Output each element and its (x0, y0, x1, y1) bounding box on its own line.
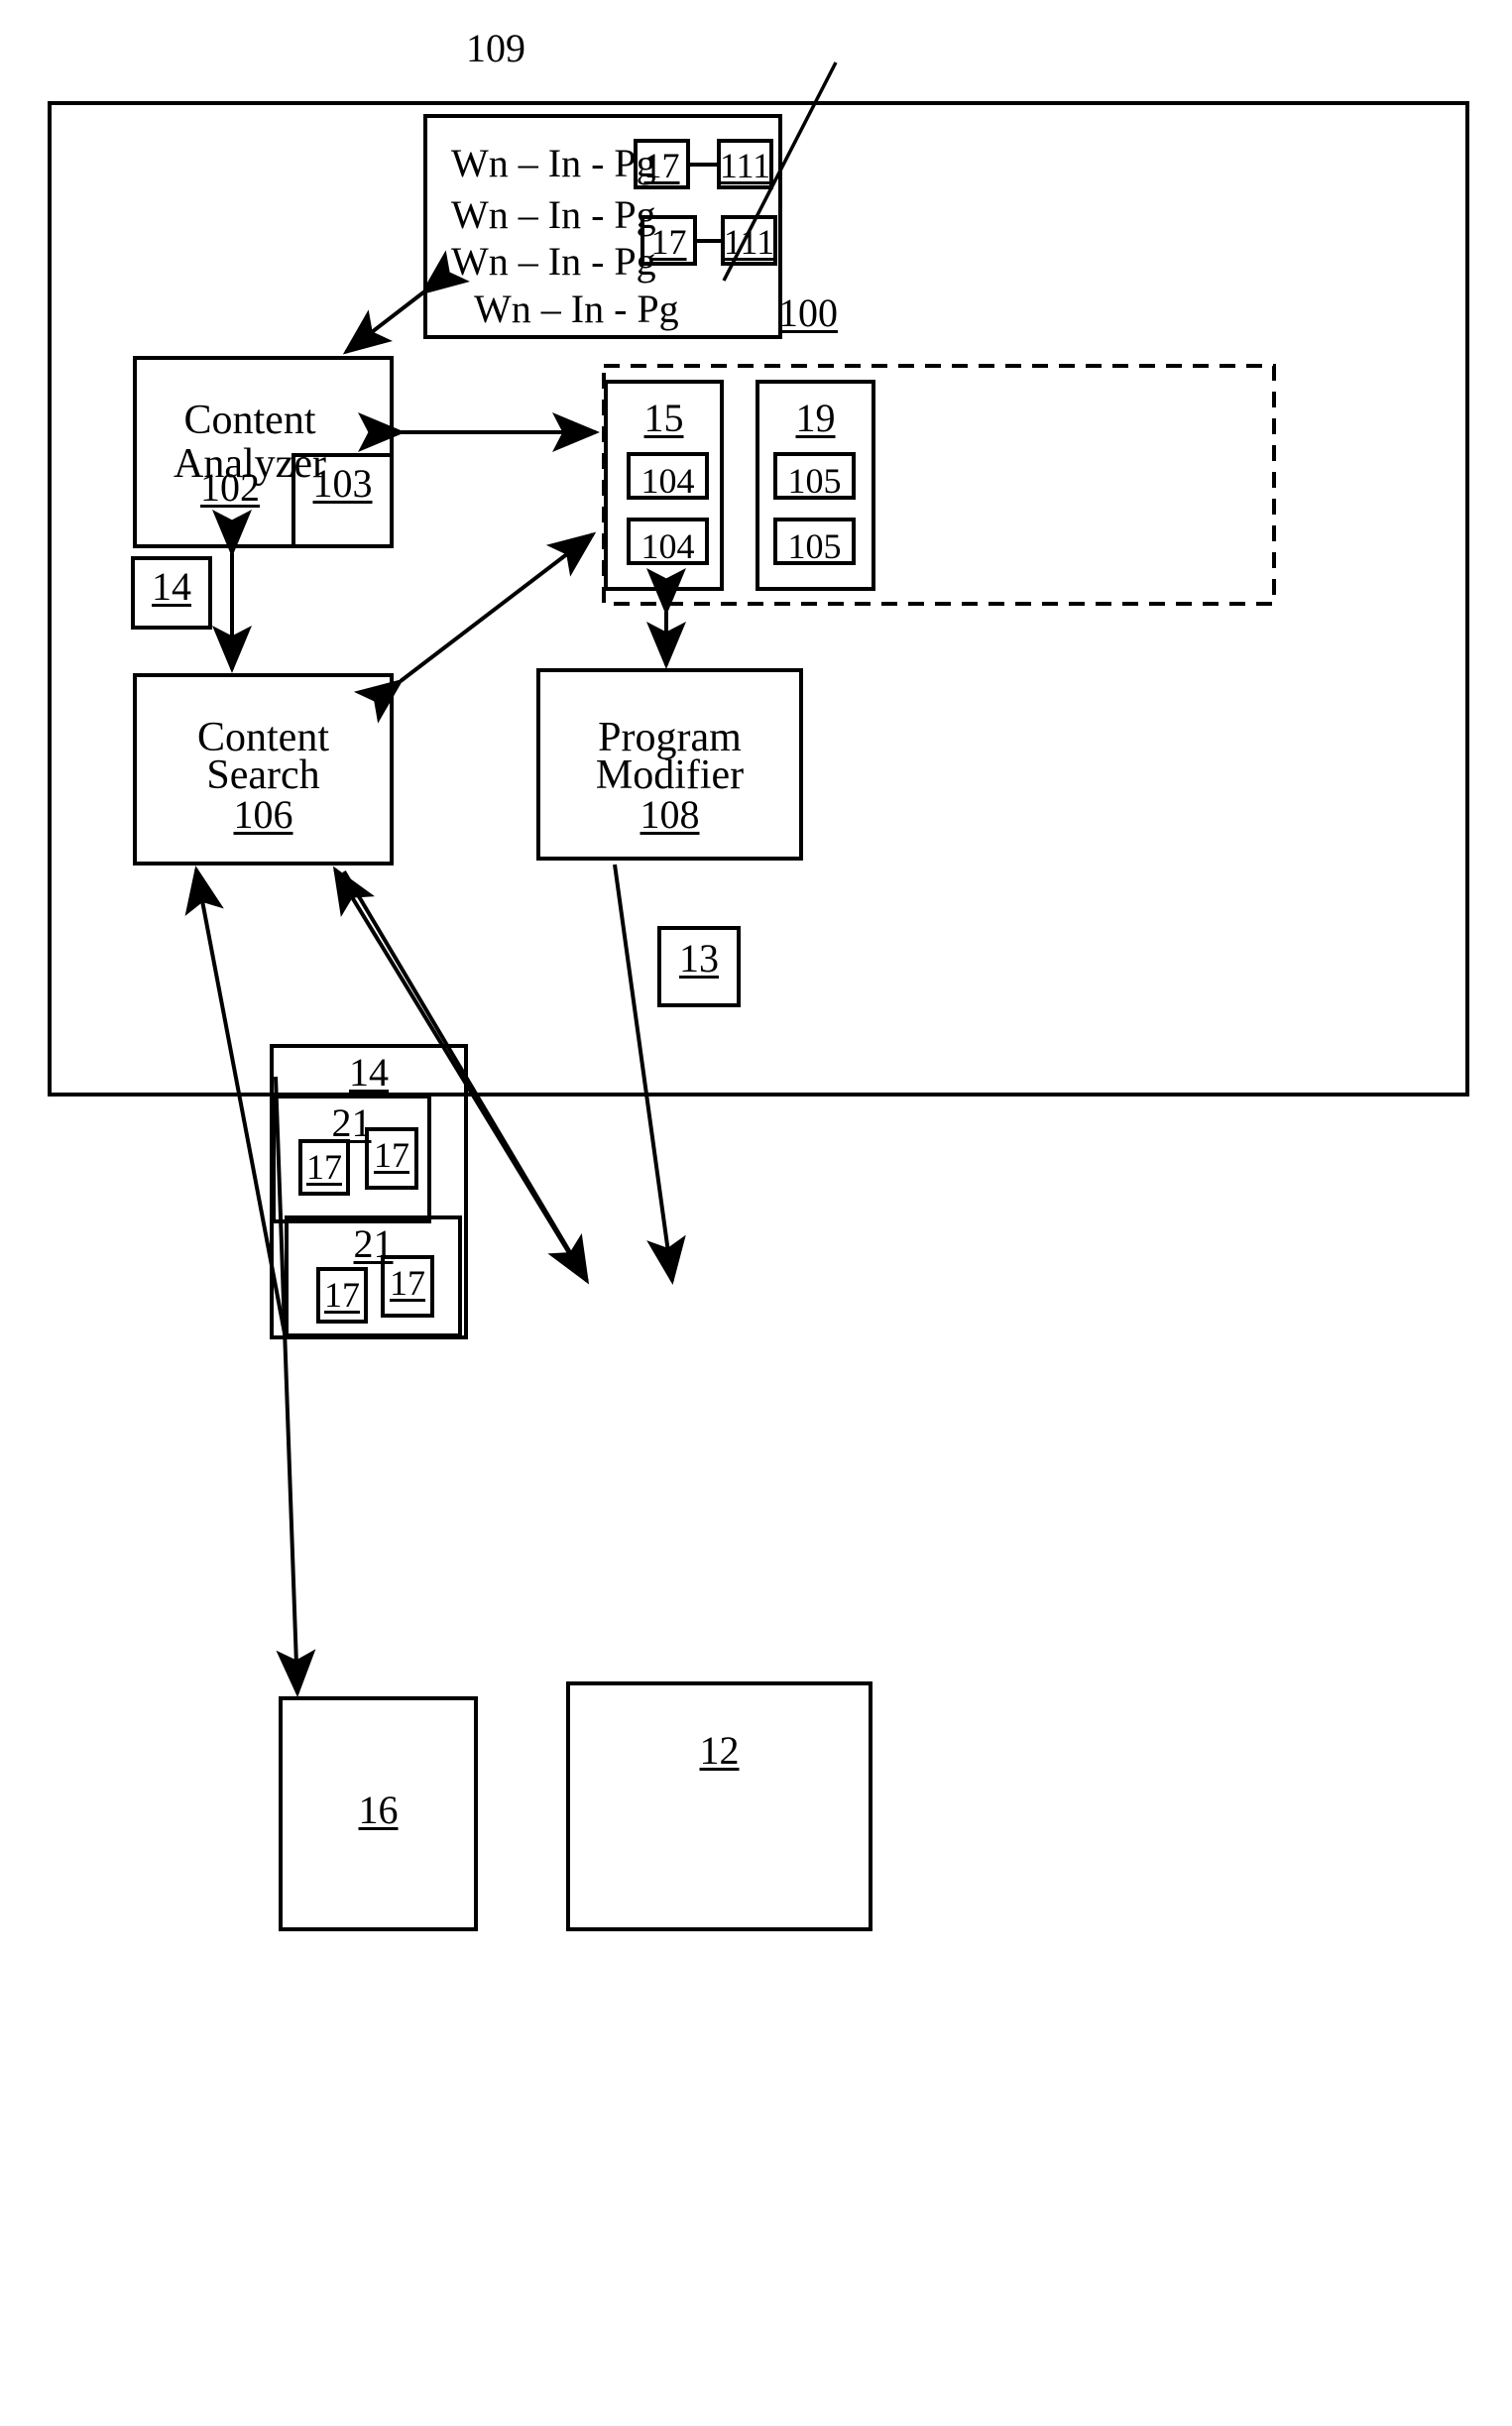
item-label-105-b: 105 (787, 526, 842, 566)
ref-label-17-a: 17 (643, 146, 680, 185)
patent-figure: 109 100 Wn – In - Pg Wn – In - Pg Wn – I… (0, 0, 1512, 2426)
source-group-ref-14: 14 (349, 1050, 389, 1095)
output-ref-16: 16 (358, 1788, 399, 1832)
content-search-ref: 106 (233, 792, 293, 837)
arrow-list-analyzer (342, 250, 471, 355)
content-list-line-2: Wn – In - Pg (451, 192, 656, 237)
ref-label-17-g2a: 17 (324, 1275, 360, 1315)
analyzer-side-ref: 14 (152, 564, 191, 609)
item-label-104-b: 104 (640, 526, 695, 566)
content-analyzer-title-line1: Content (183, 398, 316, 443)
arrow-source-output16 (274, 1076, 316, 1697)
source-subgroup-ref-21-b: 21 (353, 1221, 394, 1266)
content-analyzer-ref: 102 (200, 465, 260, 510)
content-list-line-1: Wn – In - Pg (451, 141, 656, 185)
content-list-line-3: Wn – In - Pg (451, 239, 656, 284)
ref-label-111-a: 111 (719, 146, 771, 185)
arrow-search-store (353, 531, 597, 724)
analyzer-sub-ref: 103 (312, 461, 373, 506)
figure-lead-label: 109 (466, 26, 525, 70)
system-ref-label: 100 (778, 290, 838, 335)
item-label-105-a: 105 (787, 461, 842, 501)
ref-label-17-g2b: 17 (390, 1263, 425, 1303)
content-list-line-4: Wn – In - Pg (474, 287, 679, 331)
ref-label-17-b: 17 (650, 222, 687, 262)
store-box-15-ref: 15 (643, 396, 684, 440)
figure-line-art (48, 61, 1469, 1931)
output-box-12 (566, 1681, 872, 1931)
item-label-104-a: 104 (640, 461, 695, 501)
store-box-19-ref: 19 (795, 396, 836, 440)
program-modifier-ref: 108 (640, 792, 700, 837)
ref-label-17-g1a: 17 (306, 1147, 342, 1187)
ref-label-17-g1b: 17 (374, 1135, 409, 1175)
ref-label-111-b: 111 (723, 222, 775, 262)
output-ref-12: 12 (699, 1728, 740, 1773)
program-side-ref: 13 (679, 936, 719, 981)
